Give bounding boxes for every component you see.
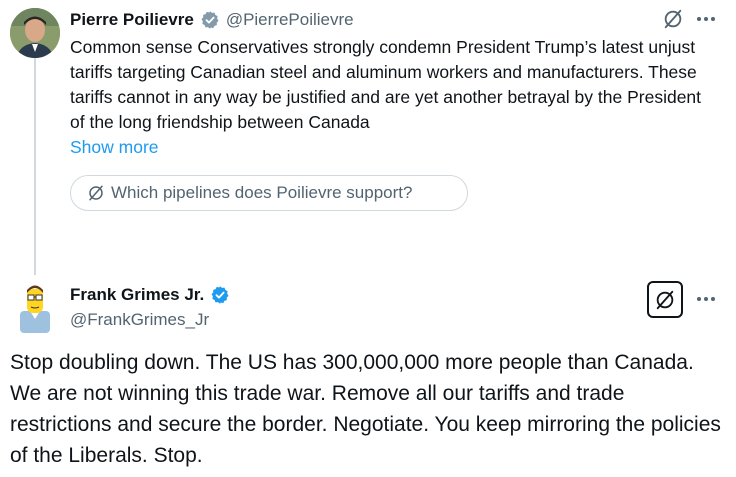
verified-badge-icon xyxy=(210,285,230,305)
grok-icon[interactable] xyxy=(662,8,684,30)
parent-tweet-text: Common sense Conservatives strongly cond… xyxy=(70,37,702,132)
verified-badge-icon xyxy=(200,10,220,30)
show-more-link[interactable]: Show more xyxy=(70,135,159,160)
reply-author-name[interactable]: Frank Grimes Jr. xyxy=(70,285,204,305)
avatar-frank-grimes[interactable] xyxy=(10,281,60,333)
reply-author-row: Frank Grimes Jr. xyxy=(70,283,230,307)
avatar-portrait-image xyxy=(10,8,60,58)
thread-connector-line xyxy=(34,58,36,275)
more-icon[interactable] xyxy=(694,8,718,30)
parent-author-row: Pierre Poilievre @PierrePoilievre xyxy=(70,8,354,32)
grok-suggestion-label: Which pipelines does Poilievre support? xyxy=(111,183,413,202)
parent-author-name[interactable]: Pierre Poilievre xyxy=(70,10,194,30)
avatar-pierre-poilievre[interactable] xyxy=(10,8,60,58)
more-icon[interactable] xyxy=(694,288,718,310)
grok-icon[interactable] xyxy=(647,281,683,318)
grok-icon xyxy=(87,184,105,202)
parent-author-handle[interactable]: @PierrePoilievre xyxy=(226,10,354,30)
avatar-cartoon-image xyxy=(20,285,50,333)
reply-tweet-text: Stop doubling down. The US has 300,000,0… xyxy=(10,351,721,467)
reply-author-handle[interactable]: @FrankGrimes_Jr xyxy=(70,309,209,331)
grok-suggestion-pill[interactable]: Which pipelines does Poilievre support? xyxy=(70,175,468,211)
